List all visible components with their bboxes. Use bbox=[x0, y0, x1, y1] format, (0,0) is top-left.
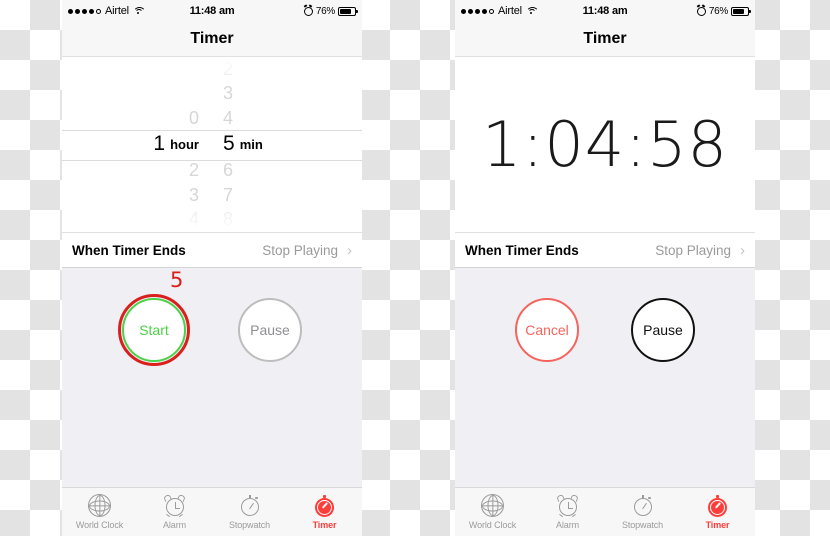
picker-option[interactable]: 8 bbox=[223, 208, 297, 232]
start-button[interactable]: Start bbox=[122, 298, 186, 362]
when-timer-ends-value: Stop Playing bbox=[655, 242, 731, 258]
right-phone-screen: Airtel 11:48 am 76% Timer 1:04:58 When T… bbox=[455, 0, 755, 536]
pause-button-wrapper-right: Pause bbox=[631, 298, 695, 362]
picker-column-hours[interactable]: 0 1 hour 2 3 4 bbox=[62, 57, 213, 232]
tab-stopwatch[interactable]: Stopwatch bbox=[212, 488, 287, 536]
status-bar-right: Airtel 11:48 am 76% bbox=[455, 0, 755, 22]
duration-picker[interactable]: 0 1 hour 2 3 4 2 3 4 5 min 6 7 8 bbox=[62, 57, 362, 232]
carrier-label: Airtel bbox=[105, 5, 129, 17]
picker-option[interactable]: 0 bbox=[125, 106, 199, 130]
status-bar-right-group: 76% bbox=[234, 5, 359, 17]
when-timer-ends-row-left[interactable]: When Timer Ends Stop Playing › bbox=[62, 232, 362, 268]
picker-option[interactable]: 2 bbox=[125, 159, 199, 183]
timer-controls-right: Cancel Pause bbox=[455, 268, 755, 487]
cancel-button[interactable]: Cancel bbox=[515, 298, 579, 362]
left-phone-screen: Airtel 11:48 am 76% Timer 0 1 hour 2 3 4… bbox=[62, 0, 362, 536]
status-bar-clock: 11:48 am bbox=[189, 5, 235, 17]
annotation-number: 5 bbox=[170, 268, 184, 292]
start-button-wrapper: 5 Start bbox=[118, 270, 190, 366]
when-timer-ends-row-right[interactable]: When Timer Ends Stop Playing › bbox=[455, 232, 755, 268]
globe-icon bbox=[481, 494, 504, 517]
tab-label: World Clock bbox=[468, 520, 517, 530]
battery-percent-label: 76% bbox=[315, 5, 336, 17]
tab-world-clock[interactable]: World Clock bbox=[455, 488, 530, 536]
status-bar-right-group: 76% bbox=[627, 5, 752, 17]
tab-label: Timer bbox=[705, 520, 730, 530]
picker-option[interactable]: 4 bbox=[125, 208, 199, 232]
nav-title-left: Timer bbox=[62, 22, 362, 57]
pause-button-wrapper-left: Pause bbox=[238, 298, 302, 362]
signal-strength-dots bbox=[461, 8, 494, 14]
battery-icon bbox=[731, 6, 752, 16]
status-bar-clock: 11:48 am bbox=[582, 5, 628, 17]
alarm-clock-icon bbox=[163, 493, 186, 518]
tab-alarm[interactable]: Alarm bbox=[530, 488, 605, 536]
pause-button[interactable]: Pause bbox=[631, 298, 695, 362]
picker-option[interactable] bbox=[125, 81, 199, 105]
picker-option[interactable]: 2 bbox=[223, 57, 297, 81]
picker-option[interactable]: 3 bbox=[125, 183, 199, 207]
tab-label: Timer bbox=[312, 520, 337, 530]
picker-selected-minutes-value: 5 bbox=[223, 132, 235, 156]
chevron-right-icon: › bbox=[740, 241, 745, 259]
tab-label: Stopwatch bbox=[621, 520, 664, 530]
tab-bar-right: World Clock Alarm Stopwatch Timer bbox=[455, 487, 755, 536]
picker-option[interactable]: 4 bbox=[223, 106, 297, 130]
alarm-clock-icon bbox=[303, 6, 313, 16]
countdown-display: 1:04:58 bbox=[455, 57, 755, 232]
nav-title-right: Timer bbox=[455, 22, 755, 57]
wifi-icon bbox=[132, 6, 146, 16]
picker-selected-minutes-unit: min bbox=[239, 136, 263, 152]
cancel-button-wrapper: Cancel bbox=[515, 298, 579, 362]
picker-selected-hours-value: 1 bbox=[153, 132, 166, 156]
signal-strength-dots bbox=[68, 8, 101, 14]
tab-label: World Clock bbox=[75, 520, 124, 530]
timer-controls-left: 5 Start Pause bbox=[62, 268, 362, 487]
tab-world-clock[interactable]: World Clock bbox=[62, 488, 137, 536]
picker-column-minutes[interactable]: 2 3 4 5 min 6 7 8 bbox=[213, 57, 362, 232]
globe-icon bbox=[88, 494, 111, 517]
wifi-icon bbox=[525, 6, 539, 16]
picker-option[interactable]: 3 bbox=[223, 81, 297, 105]
when-timer-ends-value: Stop Playing bbox=[262, 242, 338, 258]
carrier-label: Airtel bbox=[498, 5, 522, 17]
tab-label: Alarm bbox=[162, 520, 186, 530]
status-bar-left-group: Airtel bbox=[68, 5, 190, 17]
when-timer-ends-label: When Timer Ends bbox=[465, 242, 579, 258]
picker-option[interactable]: 6 bbox=[223, 159, 297, 183]
pause-button[interactable]: Pause bbox=[238, 298, 302, 362]
battery-percent-label: 76% bbox=[708, 5, 729, 17]
stopwatch-icon bbox=[238, 494, 261, 517]
tab-label: Alarm bbox=[555, 520, 579, 530]
tab-timer[interactable]: Timer bbox=[680, 488, 755, 536]
tab-bar-left: World Clock Alarm Stopwatch Timer bbox=[62, 487, 362, 536]
picker-selected-hours-unit: hour bbox=[170, 136, 199, 152]
when-timer-ends-label: When Timer Ends bbox=[72, 242, 186, 258]
picker-selected-minutes[interactable]: 5 min bbox=[223, 130, 297, 158]
tab-label: Stopwatch bbox=[228, 520, 271, 530]
picker-selected-hours[interactable]: 1 hour bbox=[125, 130, 199, 158]
timer-icon bbox=[706, 494, 729, 517]
stopwatch-icon bbox=[631, 494, 654, 517]
battery-icon bbox=[338, 6, 359, 16]
picker-option[interactable] bbox=[125, 57, 199, 81]
timer-icon bbox=[313, 494, 336, 517]
tab-alarm[interactable]: Alarm bbox=[137, 488, 212, 536]
status-bar-left-group: Airtel bbox=[461, 5, 583, 17]
tab-stopwatch[interactable]: Stopwatch bbox=[605, 488, 680, 536]
alarm-clock-icon bbox=[696, 6, 706, 16]
alarm-clock-icon bbox=[556, 493, 579, 518]
tab-timer[interactable]: Timer bbox=[287, 488, 362, 536]
chevron-right-icon: › bbox=[347, 241, 352, 259]
picker-option[interactable]: 7 bbox=[223, 183, 297, 207]
status-bar-left: Airtel 11:48 am 76% bbox=[62, 0, 362, 22]
